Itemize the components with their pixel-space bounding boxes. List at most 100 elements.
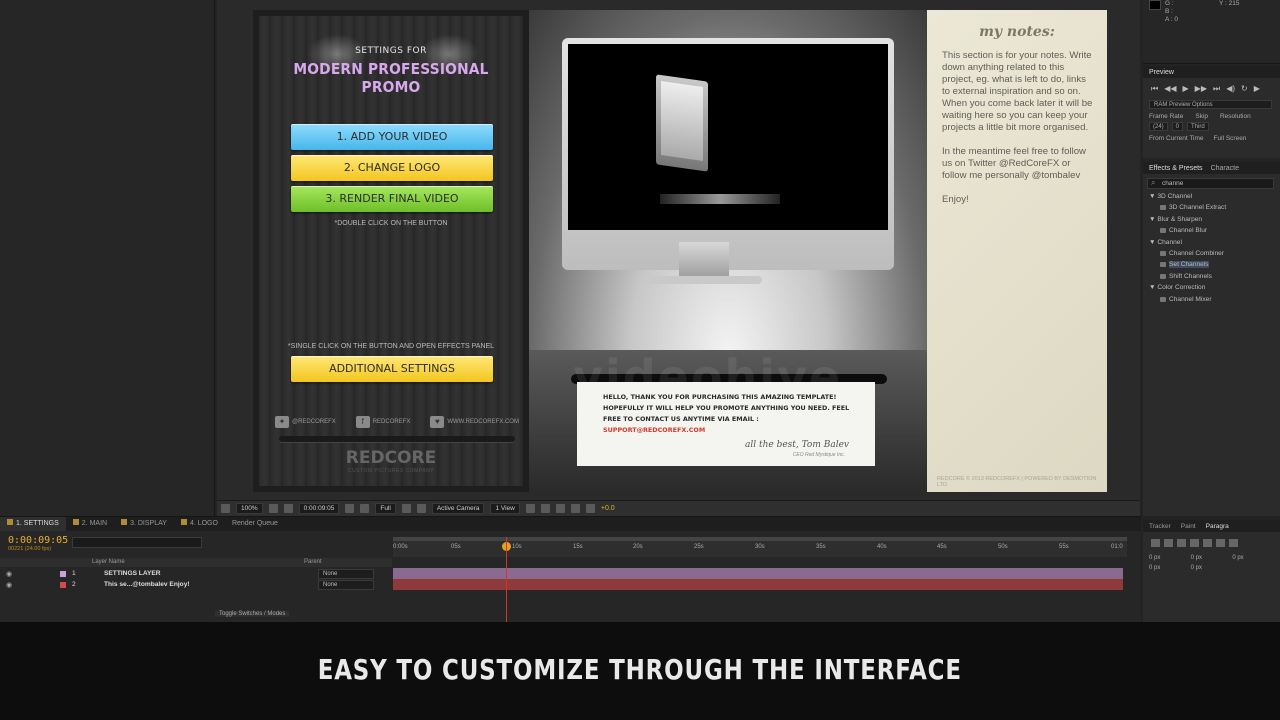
laptop-screen	[661, 81, 703, 161]
full-screen-checkbox[interactable]: Full Screen	[1214, 135, 1247, 142]
exposure-value[interactable]: +0.0	[601, 505, 615, 512]
tab-settings-comp[interactable]: 1. SETTINGS	[0, 517, 66, 531]
fast-previews-icon[interactable]	[540, 504, 550, 513]
layer-duration-bar[interactable]	[393, 579, 1123, 590]
effects-item-selected[interactable]: Set Channels	[1147, 259, 1280, 270]
align-left-icon[interactable]	[1151, 539, 1160, 547]
flowchart-icon[interactable]	[570, 504, 580, 513]
layer-name-header: Layer Name	[92, 559, 125, 565]
add-video-button[interactable]: 1. ADD YOUR VIDEO	[291, 124, 493, 150]
timeline-icon[interactable]	[555, 504, 565, 513]
paragraph-tabs: Tracker Paint Paragra	[1143, 520, 1280, 532]
frame-count: 00221 (24.00 fps)	[8, 546, 52, 552]
composition-viewer[interactable]: SETTINGS FOR MODERN PROFESSIONAL PROMO 1…	[217, 0, 1140, 500]
support-email: SUPPORT@REDCOREFX.COM	[603, 426, 706, 434]
tab-main-comp[interactable]: 2. MAIN	[66, 517, 114, 531]
prev-frame-icon[interactable]: ◀◀	[1164, 84, 1176, 94]
tab-render-queue[interactable]: Render Queue	[225, 517, 285, 531]
play-icon[interactable]: ▶	[1183, 84, 1189, 94]
tab-tracker[interactable]: Tracker	[1149, 523, 1171, 530]
mute-icon[interactable]: ◀)	[1226, 84, 1235, 94]
toggle-switches-modes-button[interactable]: Toggle Switches / Modes	[215, 611, 290, 617]
indent-right-field[interactable]: 0 px	[1191, 555, 1233, 561]
ruler-tick: 05s	[451, 544, 461, 550]
from-current-time-checkbox[interactable]: From Current Time	[1149, 135, 1204, 142]
region-of-interest-icon[interactable]	[401, 504, 411, 513]
label-color-chip[interactable]	[60, 571, 66, 577]
effects-search-input[interactable]: channe	[1147, 178, 1274, 189]
layer-row[interactable]: ◉ 1 SETTINGS LAYER None	[0, 569, 392, 580]
after-effects-window: SETTINGS FOR MODERN PROFESSIONAL PROMO 1…	[0, 0, 1280, 622]
effects-item[interactable]: Shift Channels	[1147, 271, 1280, 282]
color-channel-icon[interactable]	[360, 504, 370, 513]
justify-all-icon[interactable]	[1229, 539, 1238, 547]
layer-name[interactable]: SETTINGS LAYER	[104, 570, 161, 577]
resolution-select[interactable]: Third	[1187, 122, 1209, 131]
change-logo-button[interactable]: 2. CHANGE LOGO	[291, 155, 493, 181]
layer-row[interactable]: ◉ 2 This se...@tombalev Enjoy! None	[0, 580, 392, 591]
settings-heading: SETTINGS FOR	[355, 46, 427, 56]
effects-item[interactable]: Channel Mixer	[1147, 294, 1280, 305]
first-frame-icon[interactable]: ⏮	[1151, 84, 1158, 94]
ruler-tick: 40s	[877, 544, 887, 550]
mask-icon[interactable]	[283, 504, 293, 513]
layer-name[interactable]: This se...@tombalev Enjoy!	[104, 581, 190, 588]
effects-item[interactable]: Channel Blur	[1147, 225, 1280, 236]
effects-category[interactable]: ▼ Channel	[1147, 237, 1280, 248]
justify-center-icon[interactable]	[1203, 539, 1212, 547]
comp-icon	[7, 519, 13, 525]
tab-paint[interactable]: Paint	[1181, 523, 1196, 530]
justify-right-icon[interactable]	[1216, 539, 1225, 547]
effects-item[interactable]: 3D Channel Extract	[1147, 202, 1280, 213]
indent-left-field[interactable]: 0 px	[1149, 555, 1191, 561]
align-right-icon[interactable]	[1177, 539, 1186, 547]
ram-preview-select[interactable]: RAM Preview Options	[1149, 100, 1272, 109]
additional-settings-button[interactable]: ADDITIONAL SETTINGS	[291, 356, 493, 382]
pixel-aspect-icon[interactable]	[525, 504, 535, 513]
skip-field[interactable]: 0	[1171, 122, 1184, 131]
camera-icon[interactable]	[345, 504, 355, 513]
render-video-button[interactable]: 3. RENDER FINAL VIDEO	[291, 186, 493, 212]
always-preview-icon[interactable]	[221, 504, 230, 513]
loop-icon[interactable]: ↻	[1241, 84, 1248, 94]
eye-icon[interactable]: ◉	[6, 581, 12, 589]
effects-item[interactable]: Channel Combiner	[1147, 248, 1280, 259]
grid-icon[interactable]	[268, 504, 278, 513]
label-color-chip[interactable]	[60, 582, 66, 588]
parent-select[interactable]: None	[318, 580, 374, 590]
playhead[interactable]	[506, 537, 507, 622]
last-frame-icon[interactable]: ⏭	[1213, 84, 1220, 94]
zoom-select[interactable]: 100%	[236, 503, 263, 514]
viewer-timecode[interactable]: 0:00:09:05	[298, 503, 340, 514]
shelf	[279, 436, 515, 442]
ram-preview-icon[interactable]: ▶	[1254, 84, 1260, 94]
effects-category[interactable]: ▼ 3D Channel	[1147, 191, 1280, 202]
camera-select[interactable]: Active Camera	[431, 503, 485, 514]
next-frame-icon[interactable]: ▶▶	[1195, 84, 1207, 94]
effects-category[interactable]: ▼ Color Correction	[1147, 282, 1280, 293]
justify-left-icon[interactable]	[1190, 539, 1199, 547]
tab-effects-presets[interactable]: Effects & Presets	[1149, 165, 1203, 172]
tab-display-comp[interactable]: 3. DISPLAY	[114, 517, 174, 531]
parent-select[interactable]: None	[318, 569, 374, 579]
tab-character[interactable]: Characte	[1211, 165, 1239, 172]
view-layout-select[interactable]: 1 View	[490, 503, 520, 514]
space-after-field[interactable]: 0 px	[1191, 565, 1233, 571]
ruler-tick: 10s	[512, 544, 522, 550]
align-center-icon[interactable]	[1164, 539, 1173, 547]
transparency-grid-icon[interactable]	[416, 504, 426, 513]
frame-rate-select[interactable]: (24)	[1149, 122, 1168, 131]
exposure-reset-icon[interactable]	[585, 504, 595, 513]
effects-category[interactable]: ▼ Blur & Sharpen	[1147, 214, 1280, 225]
timeline-search-input[interactable]	[72, 537, 202, 548]
tab-paragraph[interactable]: Paragra	[1206, 523, 1229, 530]
tab-logo-comp[interactable]: 4. LOGO	[174, 517, 225, 531]
message-signoff: all the best, Tom Balev	[744, 440, 849, 450]
tab-preview[interactable]: Preview	[1149, 69, 1174, 76]
current-time-display[interactable]: 0:00:09:05	[8, 535, 68, 546]
indent-first-field[interactable]: 0 px	[1232, 555, 1274, 561]
eye-icon[interactable]: ◉	[6, 570, 12, 578]
layer-duration-bar[interactable]	[393, 568, 1123, 579]
space-before-field[interactable]: 0 px	[1149, 565, 1191, 571]
resolution-select[interactable]: Full	[375, 503, 396, 514]
